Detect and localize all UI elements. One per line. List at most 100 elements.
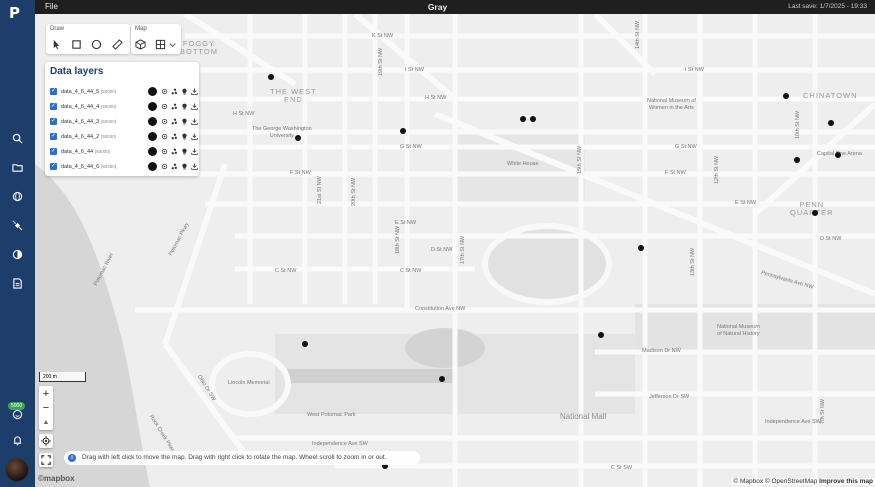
- layer-checkbox[interactable]: ✓: [50, 133, 57, 140]
- label-17th-st: 17th St NW: [460, 235, 466, 264]
- improve-map-link[interactable]: Improve this map: [819, 478, 873, 485]
- smiley-icon[interactable]: [8, 405, 26, 423]
- label-k-st: K St NW: [372, 33, 394, 39]
- folder-icon[interactable]: [8, 158, 26, 176]
- satellite-icon[interactable]: [8, 216, 26, 234]
- label-c-st-2: C St NW: [400, 268, 422, 274]
- layer-row[interactable]: ✓ data_4_6_44_4 (50000): [50, 101, 198, 113]
- bulb-icon[interactable]: [181, 163, 188, 170]
- layer-name: data_4_6_44_3 (50000): [61, 119, 116, 125]
- download-icon[interactable]: [191, 103, 198, 110]
- data-point[interactable]: [812, 210, 818, 216]
- fullscreen-icon[interactable]: [39, 453, 53, 467]
- compass-button[interactable]: ▲: [39, 415, 53, 429]
- layer-checkbox[interactable]: ✓: [50, 148, 57, 155]
- data-point[interactable]: [295, 135, 301, 141]
- last-save-status: Last save: 1/7/2025 - 19:33: [788, 3, 867, 10]
- rectangle-icon[interactable]: [69, 37, 83, 51]
- label-f-st-2: F St NW: [665, 170, 686, 176]
- label-20th-st: 20th St NW: [351, 177, 357, 206]
- data-point[interactable]: [400, 128, 406, 134]
- layer-name-text: data_4_6_44_5: [61, 89, 100, 95]
- layer-name-text: data_4_6_44_4: [61, 104, 100, 110]
- bulb-icon[interactable]: [181, 88, 188, 95]
- download-icon[interactable]: [191, 148, 198, 155]
- data-point[interactable]: [794, 157, 800, 163]
- bell-icon[interactable]: [8, 431, 26, 449]
- layer-color-swatch[interactable]: [148, 147, 157, 156]
- data-point[interactable]: [268, 74, 274, 80]
- contrast-icon[interactable]: [8, 245, 26, 263]
- label-f-st: F St NW: [290, 170, 311, 176]
- layer-name-text: data_4_6_44_3: [61, 119, 100, 125]
- style-icon[interactable]: [171, 88, 178, 95]
- layer-color-swatch[interactable]: [148, 87, 157, 96]
- bulb-icon[interactable]: [181, 118, 188, 125]
- download-icon[interactable]: [191, 133, 198, 140]
- circle-icon[interactable]: [89, 37, 103, 51]
- crosshair-icon[interactable]: [161, 88, 168, 95]
- pointer-icon[interactable]: [49, 37, 63, 51]
- layer-row[interactable]: ✓ data_4_6_44_5 (50000): [50, 86, 198, 98]
- data-point[interactable]: [598, 332, 604, 338]
- search-icon[interactable]: [8, 129, 26, 147]
- crosshair-icon[interactable]: [161, 103, 168, 110]
- app-logo[interactable]: P: [9, 4, 25, 22]
- style-icon[interactable]: [171, 103, 178, 110]
- label-national-mall: National Mall: [560, 412, 607, 421]
- data-point[interactable]: [638, 245, 644, 251]
- label-7th-st: 7th St NW: [820, 398, 826, 424]
- ruler-icon[interactable]: [110, 37, 124, 51]
- layer-color-swatch[interactable]: [148, 132, 157, 141]
- layer-color-swatch[interactable]: [148, 102, 157, 111]
- layer-name: data_4_6_44_6 (80260): [61, 164, 116, 170]
- bulb-icon[interactable]: [181, 148, 188, 155]
- style-icon[interactable]: [171, 133, 178, 140]
- download-icon[interactable]: [191, 118, 198, 125]
- style-icon[interactable]: [171, 118, 178, 125]
- data-point[interactable]: [835, 152, 841, 158]
- layer-row[interactable]: ✓ data_4_6_44 (50000): [50, 146, 198, 158]
- crosshair-icon[interactable]: [161, 163, 168, 170]
- crosshair-icon[interactable]: [161, 118, 168, 125]
- bulb-icon[interactable]: [181, 103, 188, 110]
- zoom-in-button[interactable]: +: [39, 387, 53, 401]
- top-bar: File Gray Last save: 1/7/2025 - 19:33: [0, 0, 875, 14]
- layer-name: data_4_6_44_4 (50000): [61, 104, 116, 110]
- layer-count: (50000): [100, 134, 117, 139]
- data-point[interactable]: [439, 376, 445, 382]
- chevron-down-icon[interactable]: [165, 37, 179, 51]
- layer-color-swatch[interactable]: [148, 162, 157, 171]
- data-point[interactable]: [828, 120, 834, 126]
- label-lincoln-memorial: Lincoln Memorial: [228, 380, 270, 386]
- layer-checkbox[interactable]: ✓: [50, 103, 57, 110]
- style-icon[interactable]: [171, 163, 178, 170]
- avatar[interactable]: [5, 458, 29, 482]
- bulb-icon[interactable]: [181, 133, 188, 140]
- cube-icon[interactable]: [133, 37, 147, 51]
- data-point[interactable]: [520, 116, 526, 122]
- zoom-out-button[interactable]: −: [39, 401, 53, 415]
- layer-checkbox[interactable]: ✓: [50, 88, 57, 95]
- map-style-title: Gray: [427, 2, 448, 12]
- data-point[interactable]: [302, 341, 308, 347]
- layer-row[interactable]: ✓ data_4_6_44_3 (50000): [50, 116, 198, 128]
- crosshair-icon[interactable]: [161, 133, 168, 140]
- layer-checkbox[interactable]: ✓: [50, 163, 57, 170]
- layer-row[interactable]: ✓ data_4_6_44_2 (50000): [50, 131, 198, 143]
- label-madison-dr: Madison Dr NW: [642, 348, 681, 354]
- layer-row[interactable]: ✓ data_4_6_44_6 (80260): [50, 161, 198, 173]
- style-icon[interactable]: [171, 148, 178, 155]
- layer-checkbox[interactable]: ✓: [50, 118, 57, 125]
- globe-icon[interactable]: [8, 187, 26, 205]
- locate-icon[interactable]: [39, 434, 53, 448]
- crosshair-icon[interactable]: [161, 148, 168, 155]
- download-icon[interactable]: [191, 88, 198, 95]
- data-point[interactable]: [530, 116, 536, 122]
- download-icon[interactable]: [191, 163, 198, 170]
- document-icon[interactable]: [8, 274, 26, 292]
- draw-toolbar: Draw: [46, 24, 130, 54]
- label-13th-st: 13th St NW: [690, 247, 696, 276]
- layer-color-swatch[interactable]: [148, 117, 157, 126]
- data-point[interactable]: [783, 93, 789, 99]
